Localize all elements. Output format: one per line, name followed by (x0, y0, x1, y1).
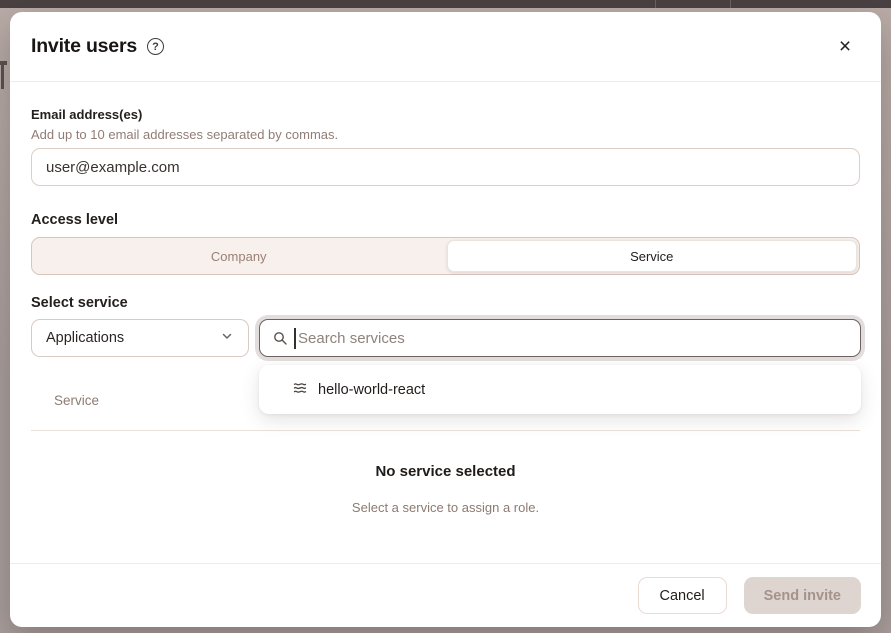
empty-state-title: No service selected (10, 463, 881, 480)
email-input[interactable] (31, 148, 860, 186)
select-service-label: Select service (31, 295, 128, 311)
send-invite-button[interactable]: Send invite (744, 577, 861, 614)
segment-service[interactable]: Service (447, 240, 858, 272)
email-helper-text: Add up to 10 email addresses separated b… (31, 127, 338, 142)
chevron-down-icon (219, 328, 235, 348)
screen: Invite users ? × Email address(es) Add u… (0, 0, 891, 633)
segment-company[interactable]: Company (32, 238, 446, 274)
background-page-topbar (0, 0, 891, 8)
search-result-item[interactable]: hello-world-react (259, 365, 861, 414)
service-column-header: Service (54, 393, 99, 408)
search-result-label: hello-world-react (318, 382, 425, 398)
table-divider (31, 430, 860, 431)
service-type-select[interactable]: Applications (31, 319, 249, 357)
stack-icon (292, 380, 308, 400)
cancel-button[interactable]: Cancel (638, 577, 727, 614)
invite-users-modal: Invite users ? × Email address(es) Add u… (10, 12, 881, 627)
modal-footer: Cancel Send invite (10, 564, 881, 627)
help-icon[interactable]: ? (147, 38, 164, 55)
service-type-value: Applications (46, 330, 124, 346)
access-level-segmented-control: Company Service (31, 237, 860, 275)
service-search-input[interactable] (260, 320, 860, 356)
background-page-partial-text (1, 65, 4, 89)
modal-header: Invite users ? × (10, 12, 881, 82)
service-search-box[interactable] (259, 319, 861, 357)
email-label: Email address(es) (31, 107, 142, 122)
text-cursor (294, 328, 296, 349)
topbar-separator (655, 0, 656, 8)
search-results-dropdown: hello-world-react (259, 365, 861, 414)
modal-title: Invite users (31, 35, 137, 58)
empty-state-subtitle: Select a service to assign a role. (10, 500, 881, 515)
close-icon: × (839, 36, 851, 57)
access-level-label: Access level (31, 212, 118, 228)
close-button[interactable]: × (830, 32, 860, 62)
topbar-separator (730, 0, 731, 8)
